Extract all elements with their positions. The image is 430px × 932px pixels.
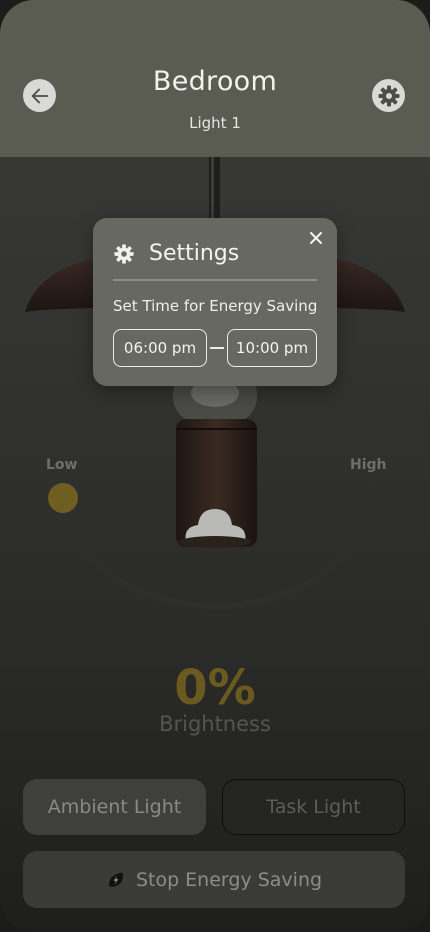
settings-popup: Settings Set Time for Energy Saving 06:0…: [93, 218, 337, 386]
dial-low-label: Low: [46, 457, 78, 473]
end-time-field[interactable]: 10:00 pm: [227, 329, 317, 367]
brightness-value: 0%: [174, 660, 256, 716]
header: Bedroom Light 1: [0, 0, 430, 157]
gear-icon: [378, 85, 399, 106]
time-range-dash: [210, 347, 224, 349]
brightness-label: Brightness: [159, 712, 271, 736]
stop-energy-saving-button[interactable]: Stop Energy Saving: [23, 851, 405, 908]
popup-title: Settings: [149, 241, 240, 266]
ambient-light-button[interactable]: Ambient Light: [23, 779, 206, 835]
popup-divider: [113, 279, 317, 281]
close-icon: [310, 232, 322, 244]
task-light-button[interactable]: Task Light: [222, 779, 405, 835]
popup-subtitle: Set Time for Energy Saving: [113, 297, 318, 315]
settings-button[interactable]: [372, 79, 405, 112]
page-title: Bedroom: [152, 66, 278, 97]
close-button[interactable]: [306, 228, 326, 248]
page-subtitle: Light 1: [189, 114, 241, 132]
dial-high-label: High: [350, 457, 387, 473]
stop-energy-saving-label: Stop Energy Saving: [135, 868, 323, 891]
start-time-field[interactable]: 06:00 pm: [113, 329, 207, 367]
dial-knob[interactable]: [48, 483, 78, 513]
leaf-bolt-icon: [109, 872, 123, 887]
gear-icon: [114, 244, 134, 264]
screen: Bedroom Light 1 Low High 0% Brightness A…: [0, 0, 430, 932]
